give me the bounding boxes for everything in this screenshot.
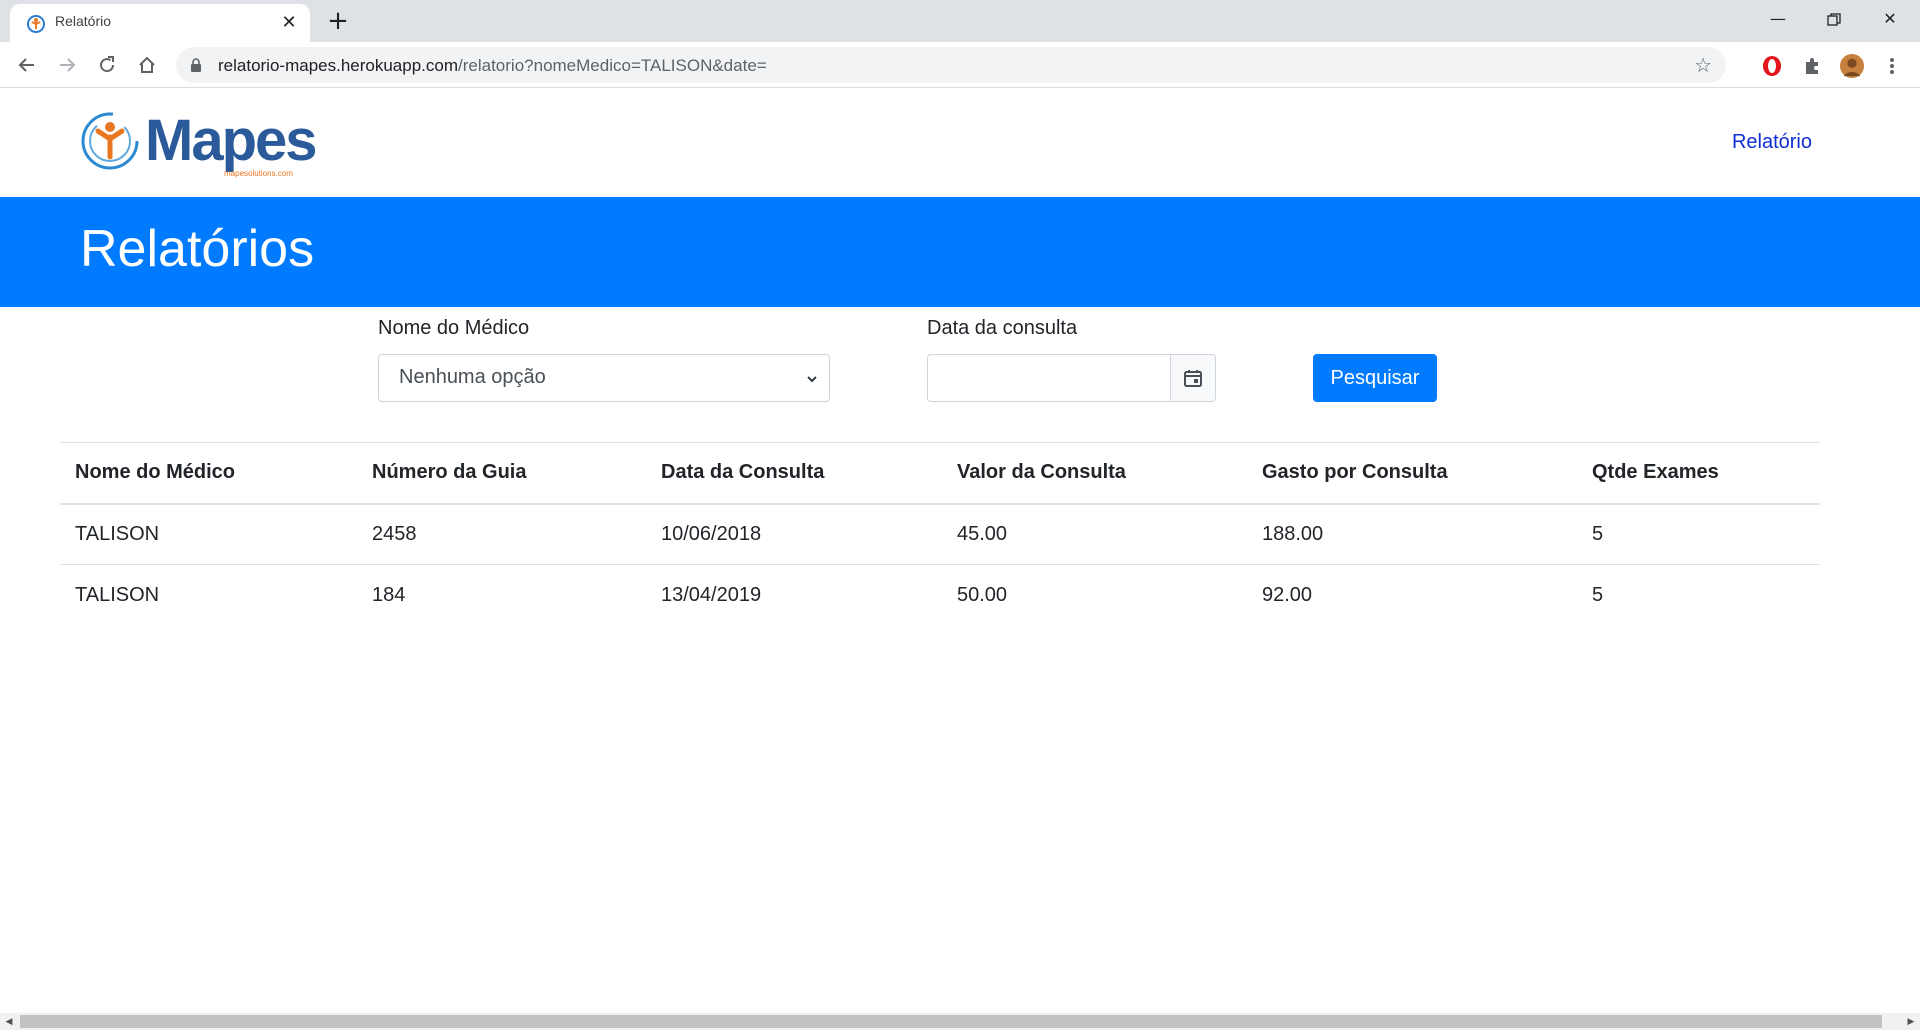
site-navbar: Mapes mapesolutions.com Relatório — [0, 89, 1920, 197]
logo-subtitle: mapesolutions.com — [224, 169, 293, 178]
search-button[interactable]: Pesquisar — [1313, 354, 1437, 402]
url-host: relatorio-mapes.herokuapp.com — [218, 56, 459, 75]
cell-exam-count: 5 — [1592, 522, 1604, 545]
horizontal-scrollbar[interactable]: ◀ ▶ — [0, 1013, 1920, 1030]
consult-date-input[interactable] — [927, 354, 1171, 402]
profile-avatar[interactable] — [1840, 54, 1864, 78]
column-header: Número da Guia — [372, 461, 527, 484]
doctor-select-value: Nenhuma opção — [399, 366, 546, 388]
cell-consult-value: 50.00 — [957, 583, 1008, 606]
cell-consult-date: 10/06/2018 — [661, 522, 762, 545]
table-header-row: Nome do Médico Número da Guia Data da Co… — [60, 442, 1820, 504]
cell-consult-cost: 188.00 — [1262, 522, 1324, 545]
back-icon[interactable] — [12, 50, 42, 80]
doctor-name-select[interactable]: Nenhuma opção — [378, 354, 830, 402]
mapes-favicon-icon — [27, 15, 45, 33]
cell-consult-cost: 92.00 — [1262, 583, 1313, 606]
cell-consult-date: 13/04/2019 — [661, 583, 762, 606]
close-window-icon[interactable]: ✕ — [1862, 0, 1918, 38]
report-table: Nome do Médico Número da Guia Data da Co… — [60, 442, 1820, 626]
calendar-button[interactable] — [1170, 354, 1216, 402]
cell-guide-number: 184 — [372, 583, 406, 606]
reload-icon[interactable] — [92, 50, 122, 80]
table-row: TALISON 184 13/04/2019 50.00 92.00 5 — [60, 565, 1820, 626]
close-tab-icon[interactable]: ✕ — [278, 12, 300, 34]
forward-icon[interactable] — [52, 50, 82, 80]
page-header-banner: Relatórios — [0, 197, 1920, 307]
page-content: Mapes mapesolutions.com Relatório Relató… — [0, 89, 1920, 1013]
scroll-left-icon[interactable]: ◀ — [3, 1016, 15, 1028]
restore-window-icon[interactable] — [1806, 0, 1862, 38]
url-text: relatorio-mapes.herokuapp.com/relatorio?… — [218, 56, 767, 76]
opera-extension-icon[interactable] — [1760, 54, 1784, 78]
cell-guide-number: 2458 — [372, 522, 417, 545]
table-header: Nome do Médico Número da Guia Data da Co… — [60, 442, 1820, 504]
calendar-icon — [1184, 370, 1202, 387]
bookmark-star-icon[interactable]: ☆ — [1694, 53, 1712, 77]
mapes-logo[interactable]: Mapes mapesolutions.com — [78, 105, 318, 178]
cell-exam-count: 5 — [1592, 583, 1604, 606]
minimize-window-icon[interactable]: — — [1750, 0, 1806, 38]
doctor-name-label: Nome do Médico — [378, 317, 530, 339]
cell-doctor-name: TALISON — [75, 522, 160, 545]
new-tab-icon[interactable]: + — [324, 8, 352, 37]
column-header: Gasto por Consulta — [1262, 461, 1448, 484]
url-path: /relatorio?nomeMedico=TALISON&date= — [458, 56, 767, 75]
scrollbar-thumb[interactable] — [20, 1015, 1882, 1028]
lock-icon — [191, 58, 201, 72]
page-title: Relatórios — [80, 220, 315, 278]
scroll-right-icon[interactable]: ▶ — [1905, 1016, 1917, 1028]
mapes-logo-icon — [81, 112, 139, 170]
browser-tab[interactable]: Relatório ✕ — [10, 4, 310, 42]
browser-tabstrip: Relatório ✕ + — ✕ — [0, 0, 1920, 42]
extensions-puzzle-icon[interactable] — [1800, 54, 1824, 78]
column-header: Data da Consulta — [661, 461, 825, 484]
logo-wordmark: Mapes — [145, 108, 318, 173]
home-icon[interactable] — [132, 50, 162, 80]
column-header: Qtde Exames — [1592, 461, 1719, 484]
browser-menu-icon[interactable] — [1880, 54, 1904, 78]
column-header: Nome do Médico — [75, 461, 236, 484]
table-row: TALISON 2458 10/06/2018 45.00 188.00 5 — [60, 504, 1820, 565]
tab-title: Relatório — [55, 13, 112, 29]
cell-doctor-name: TALISON — [75, 583, 160, 606]
cell-consult-value: 45.00 — [957, 522, 1008, 545]
nav-link-relatorio[interactable]: Relatório — [1732, 131, 1812, 154]
consult-date-label: Data da consulta — [927, 317, 1078, 339]
chevron-down-icon — [807, 376, 817, 383]
browser-toolbar: relatorio-mapes.herokuapp.com/relatorio?… — [0, 42, 1920, 88]
column-header: Valor da Consulta — [957, 461, 1126, 484]
address-bar[interactable]: relatorio-mapes.herokuapp.com/relatorio?… — [176, 47, 1726, 83]
